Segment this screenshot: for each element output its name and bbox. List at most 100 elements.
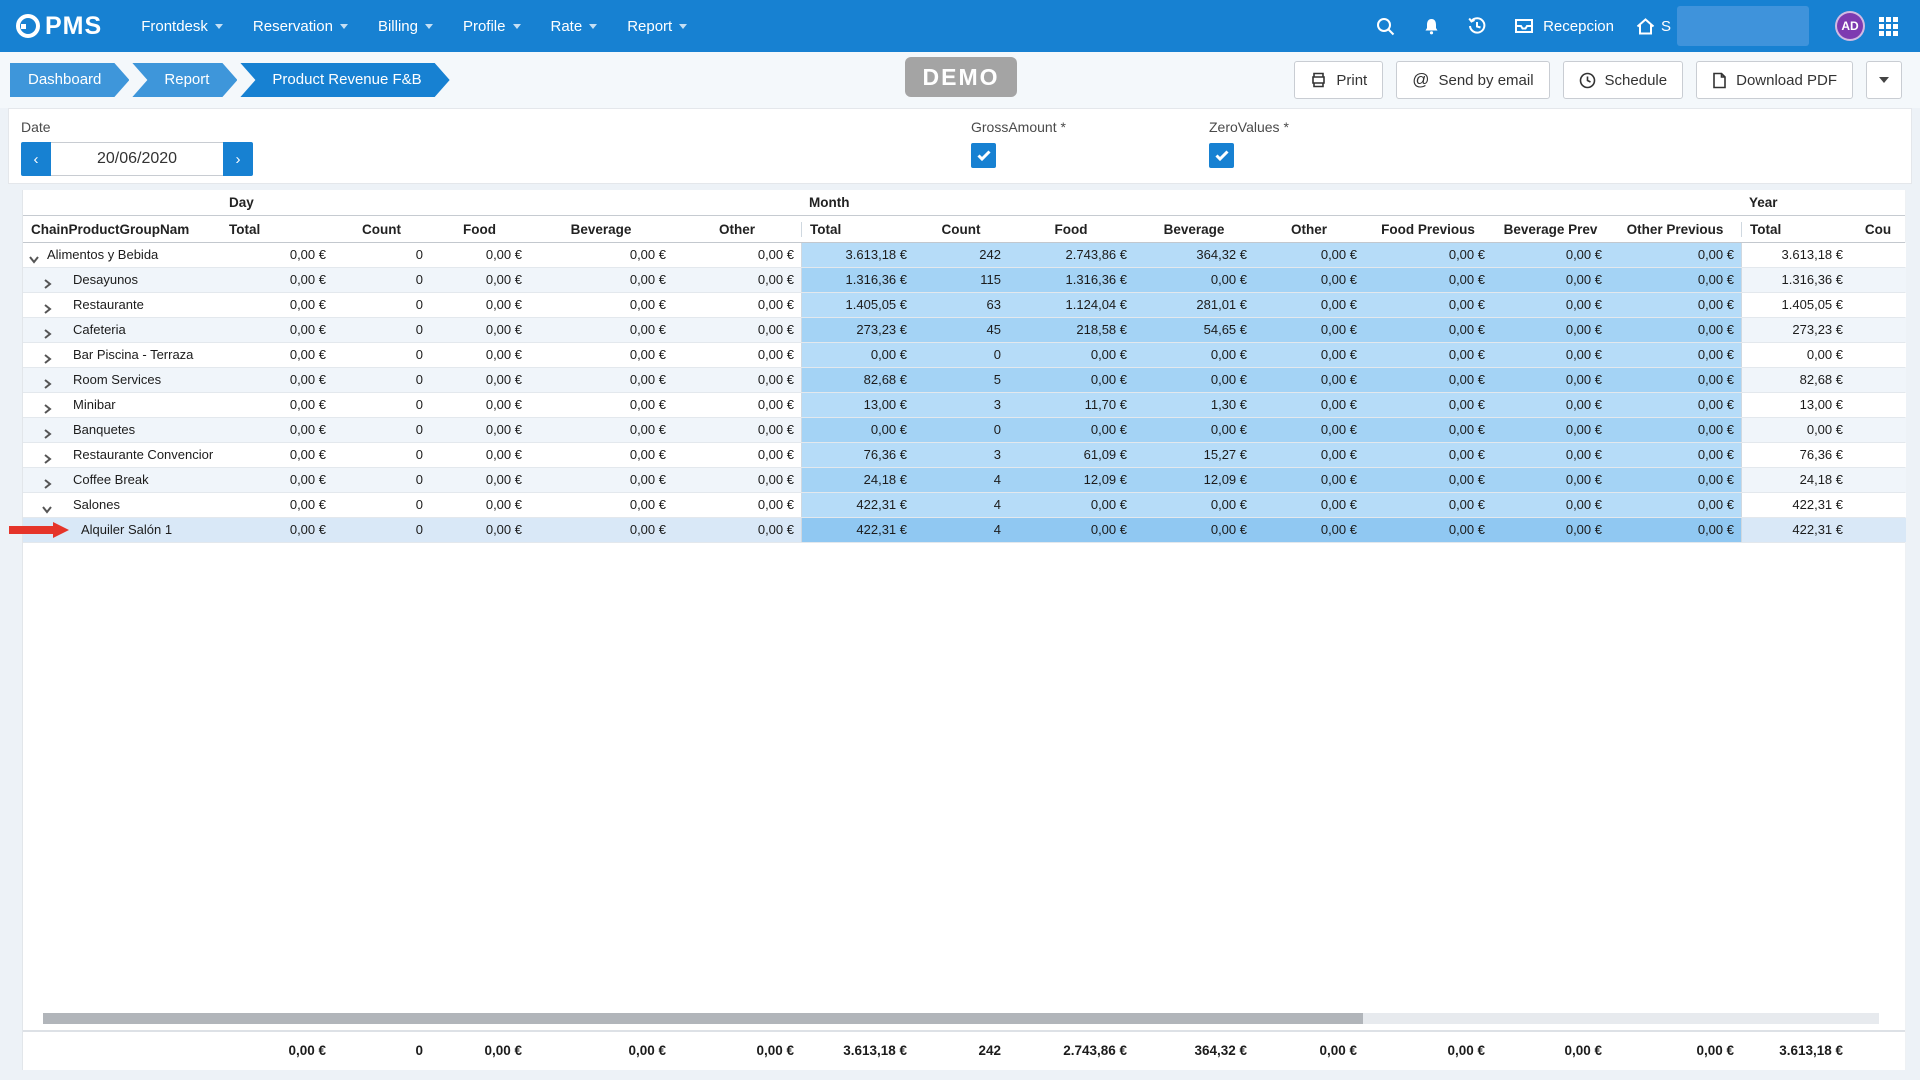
- schedule-button[interactable]: Schedule: [1563, 61, 1684, 99]
- table-row[interactable]: Alquiler Salón 10,00 €00,00 €0,00 €0,00 …: [23, 518, 1905, 543]
- column-header-chainproductgroupnam[interactable]: ChainProductGroupNam: [23, 222, 221, 237]
- menu-reservation[interactable]: Reservation: [238, 0, 363, 52]
- date-input[interactable]: [51, 142, 223, 176]
- expand-icon[interactable]: [41, 449, 53, 461]
- month-value-cell: 0,00 €: [1492, 443, 1609, 467]
- month-value-cell: 0,00 €: [1134, 268, 1254, 292]
- menu-billing[interactable]: Billing: [363, 0, 448, 52]
- month-value-cell: 13,00 €: [801, 393, 914, 417]
- day-value-cell: 0,00 €: [529, 393, 673, 417]
- column-header-month-other[interactable]: Other: [1254, 222, 1364, 237]
- column-header-day-beverage[interactable]: Beverage: [529, 222, 673, 237]
- date-label: Date: [21, 119, 1911, 135]
- product-group-name: Minibar: [73, 393, 116, 417]
- day-value-cell: 0,00 €: [529, 493, 673, 517]
- month-value-cell: 4: [914, 493, 1008, 517]
- workstation-selector[interactable]: Recepcion: [1500, 18, 1628, 35]
- month-value-cell: 0,00 €: [1609, 518, 1741, 542]
- column-header-month-food-previous[interactable]: Food Previous: [1364, 222, 1492, 237]
- table-row[interactable]: Coffee Break0,00 €00,00 €0,00 €0,00 €24,…: [23, 468, 1905, 493]
- column-header-year-total[interactable]: Total: [1741, 222, 1850, 237]
- chevron-down-icon: [425, 24, 433, 29]
- collapse-icon[interactable]: [41, 499, 53, 511]
- expand-icon[interactable]: [41, 349, 53, 361]
- report-actions: Print @ Send by email Schedule Download …: [1294, 61, 1902, 99]
- month-value-cell: 4: [914, 518, 1008, 542]
- column-header-month-beverage[interactable]: Beverage: [1134, 222, 1254, 237]
- send-by-email-button[interactable]: @ Send by email: [1396, 61, 1549, 99]
- expand-icon[interactable]: [41, 474, 53, 486]
- month-value-cell: 1,30 €: [1134, 393, 1254, 417]
- date-picker: ‹ ›: [21, 142, 1911, 176]
- pms-logo[interactable]: PMS: [16, 12, 102, 41]
- horizontal-scrollbar[interactable]: [43, 1013, 1879, 1024]
- menu-frontdesk[interactable]: Frontdesk: [126, 0, 238, 52]
- month-value-cell: 422,31 €: [801, 493, 914, 517]
- menu-rate[interactable]: Rate: [536, 0, 613, 52]
- table-row[interactable]: Banquetes0,00 €00,00 €0,00 €0,00 €0,00 €…: [23, 418, 1905, 443]
- expand-icon[interactable]: [41, 374, 53, 386]
- expand-icon[interactable]: [41, 324, 53, 336]
- breadcrumb-report[interactable]: Report: [132, 63, 237, 97]
- month-value-cell: 0,00 €: [1134, 493, 1254, 517]
- column-header-month-count[interactable]: Count: [914, 222, 1008, 237]
- filter-panel: Date ‹ › GrossAmount * ZeroValues *: [8, 108, 1912, 184]
- month-value-cell: 0,00 €: [1364, 343, 1492, 367]
- column-header-day-count[interactable]: Count: [333, 222, 430, 237]
- table-row[interactable]: Cafeteria0,00 €00,00 €0,00 €0,00 €273,23…: [23, 318, 1905, 343]
- month-value-cell: 242: [914, 243, 1008, 267]
- top-nav: PMS Frontdesk Reservation Billing Profil…: [0, 0, 1920, 52]
- previous-day-button[interactable]: ‹: [21, 142, 51, 176]
- column-header-day-food[interactable]: Food: [430, 222, 529, 237]
- column-header-year-cou[interactable]: Cou: [1850, 222, 1906, 237]
- expand-icon[interactable]: [41, 299, 53, 311]
- column-header-day-other[interactable]: Other: [673, 222, 801, 237]
- download-pdf-button[interactable]: Download PDF: [1696, 61, 1853, 99]
- expand-icon[interactable]: [41, 274, 53, 286]
- expand-icon[interactable]: [41, 399, 53, 411]
- table-row[interactable]: Minibar0,00 €00,00 €0,00 €0,00 €13,00 €3…: [23, 393, 1905, 418]
- month-value-cell: 0: [914, 343, 1008, 367]
- gross-amount-checkbox[interactable]: [971, 143, 996, 168]
- column-header-month-total[interactable]: Total: [801, 222, 914, 237]
- month-value-cell: 0,00 €: [1492, 318, 1609, 342]
- apps-grid-icon[interactable]: [1879, 17, 1898, 36]
- month-value-cell: 12,09 €: [1008, 468, 1134, 492]
- column-header-month-food[interactable]: Food: [1008, 222, 1134, 237]
- table-row[interactable]: Salones0,00 €00,00 €0,00 €0,00 €422,31 €…: [23, 493, 1905, 518]
- day-value-cell: 0: [333, 443, 430, 467]
- table-row[interactable]: Desayunos0,00 €00,00 €0,00 €0,00 €1.316,…: [23, 268, 1905, 293]
- month-value-cell: 0,00 €: [1008, 493, 1134, 517]
- year-count-cell: [1850, 393, 1906, 417]
- property-selector[interactable]: S: [1628, 6, 1817, 46]
- menu-report[interactable]: Report: [612, 0, 702, 52]
- history-icon[interactable]: [1454, 0, 1500, 52]
- zero-values-label: ZeroValues *: [1209, 119, 1289, 135]
- year-value-cell: 422,31 €: [1741, 493, 1850, 517]
- collapse-icon[interactable]: [28, 249, 40, 261]
- horizontal-scrollbar-thumb[interactable]: [43, 1013, 1363, 1024]
- table-row[interactable]: Room Services0,00 €00,00 €0,00 €0,00 €82…: [23, 368, 1905, 393]
- table-row[interactable]: Restaurante Convencior0,00 €00,00 €0,00 …: [23, 443, 1905, 468]
- month-value-cell: 76,36 €: [801, 443, 914, 467]
- breadcrumb-dashboard[interactable]: Dashboard: [10, 63, 129, 97]
- month-value-cell: 2.743,86 €: [1008, 243, 1134, 267]
- search-icon[interactable]: [1362, 0, 1408, 52]
- expand-icon[interactable]: [41, 424, 53, 436]
- day-value-cell: 0,00 €: [529, 293, 673, 317]
- month-value-cell: 0,00 €: [1609, 318, 1741, 342]
- table-row[interactable]: Alimentos y Bebida0,00 €00,00 €0,00 €0,0…: [23, 243, 1905, 268]
- column-header-month-beverage-prev[interactable]: Beverage Prev: [1492, 222, 1609, 237]
- month-value-cell: 0,00 €: [1364, 443, 1492, 467]
- menu-profile[interactable]: Profile: [448, 0, 536, 52]
- column-header-day-total[interactable]: Total: [221, 222, 333, 237]
- column-header-month-other-previous[interactable]: Other Previous: [1609, 222, 1741, 237]
- notifications-bell-icon[interactable]: [1408, 0, 1454, 52]
- table-row[interactable]: Bar Piscina - Terraza0,00 €00,00 €0,00 €…: [23, 343, 1905, 368]
- table-row[interactable]: Restaurante0,00 €00,00 €0,00 €0,00 €1.40…: [23, 293, 1905, 318]
- zero-values-checkbox[interactable]: [1209, 143, 1234, 168]
- print-button[interactable]: Print: [1294, 61, 1383, 99]
- download-options-dropdown[interactable]: [1866, 61, 1902, 99]
- next-day-button[interactable]: ›: [223, 142, 253, 176]
- user-avatar[interactable]: AD: [1835, 11, 1865, 41]
